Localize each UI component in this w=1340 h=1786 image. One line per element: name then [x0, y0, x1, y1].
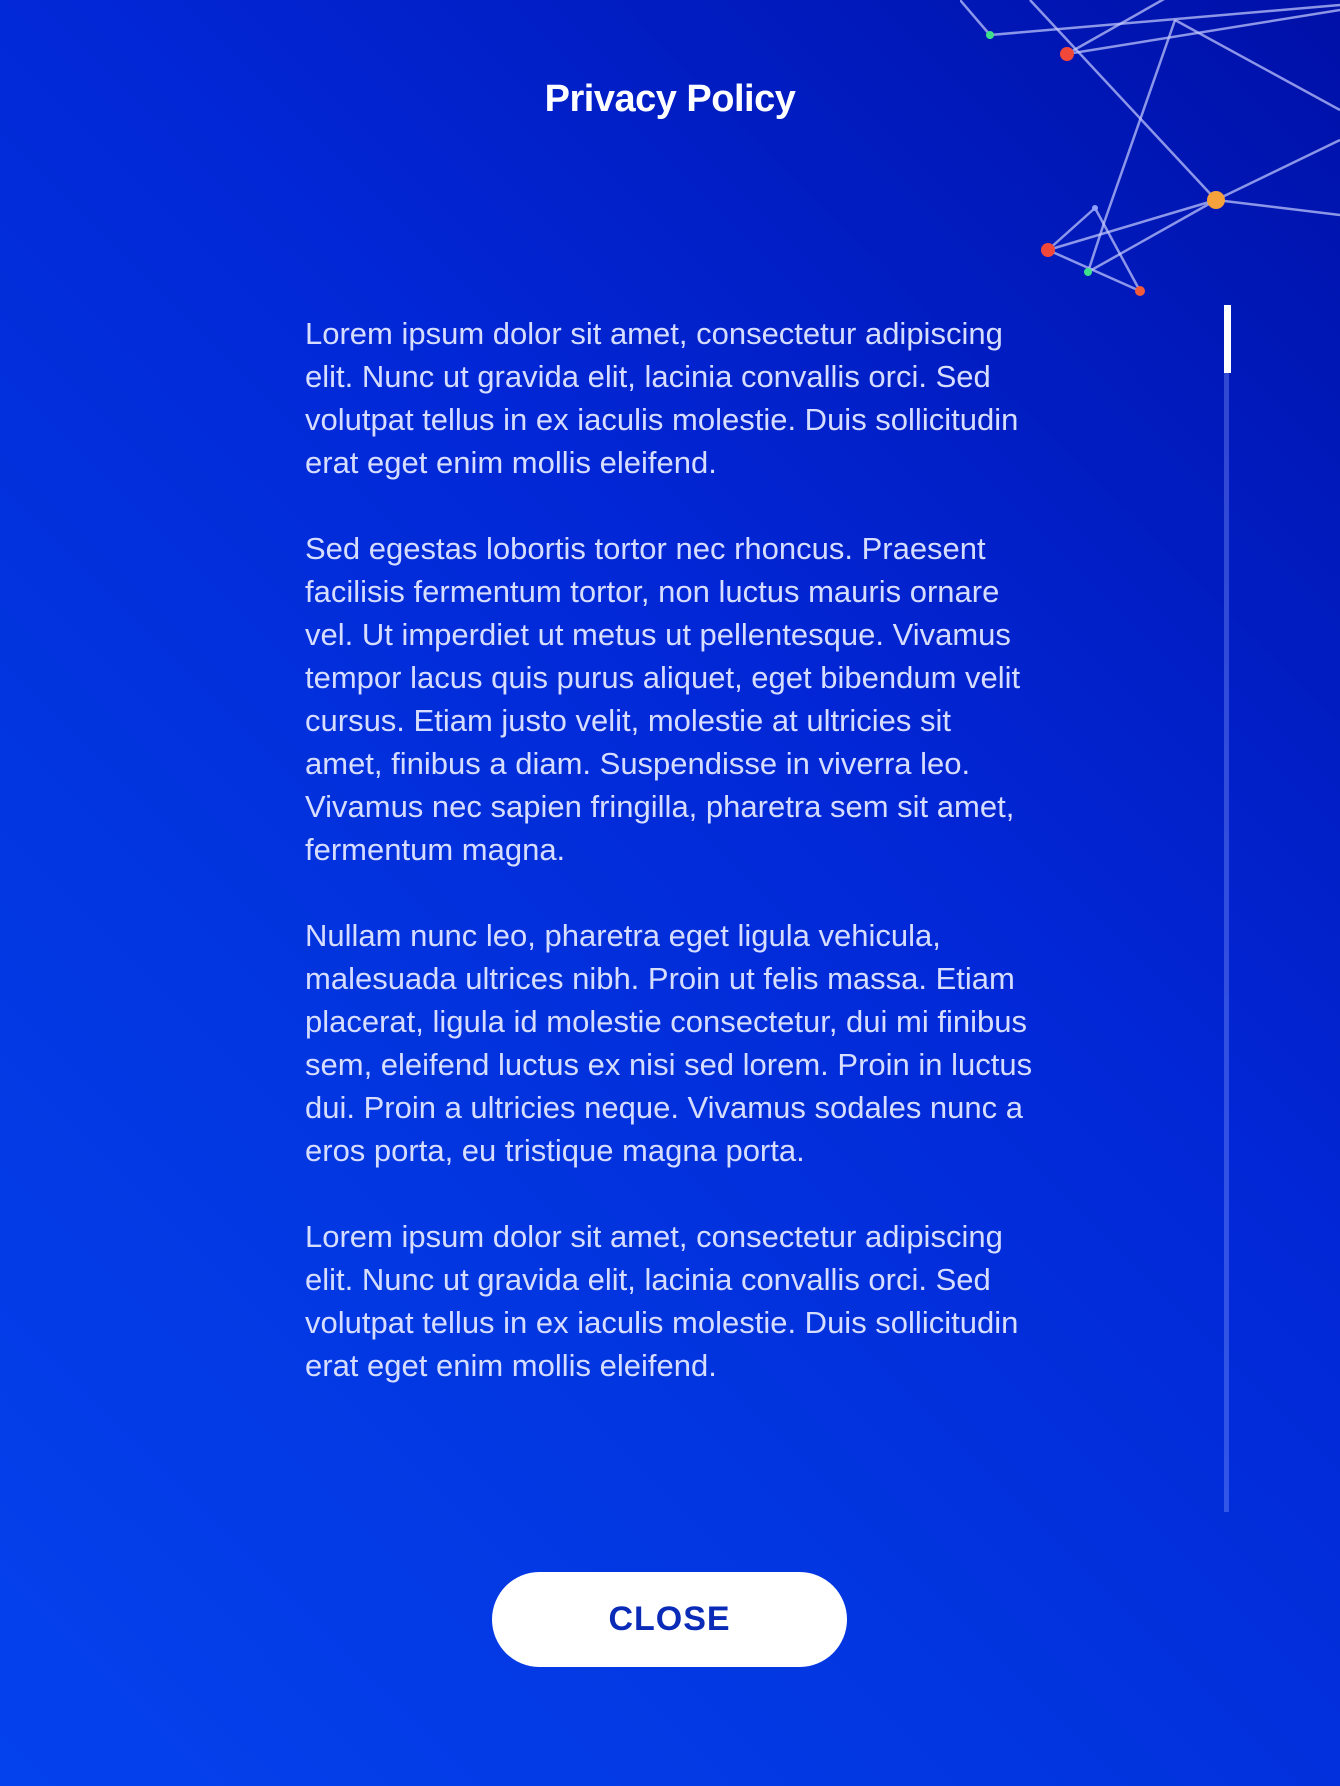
policy-paragraph: Sed egestas lobortis tortor nec rhoncus.… [305, 531, 1021, 867]
policy-text-scroll-area[interactable]: Lorem ipsum dolor sit amet, consectetur … [305, 312, 1055, 1536]
scrollbar-thumb[interactable] [1224, 305, 1231, 373]
policy-paragraph: Lorem ipsum dolor sit amet, consectetur … [305, 1219, 1019, 1383]
page-title: Privacy Policy [544, 78, 796, 120]
policy-paragraph: Nullam nunc leo, pharetra eget ligula ve… [305, 918, 1033, 1168]
close-button[interactable]: CLOSE [492, 1572, 847, 1667]
network-graph-icon [960, 0, 1340, 296]
scrollbar-track[interactable] [1224, 305, 1229, 1512]
policy-paragraph: Lorem ipsum dolor sit amet, consectetur … [305, 316, 1019, 480]
